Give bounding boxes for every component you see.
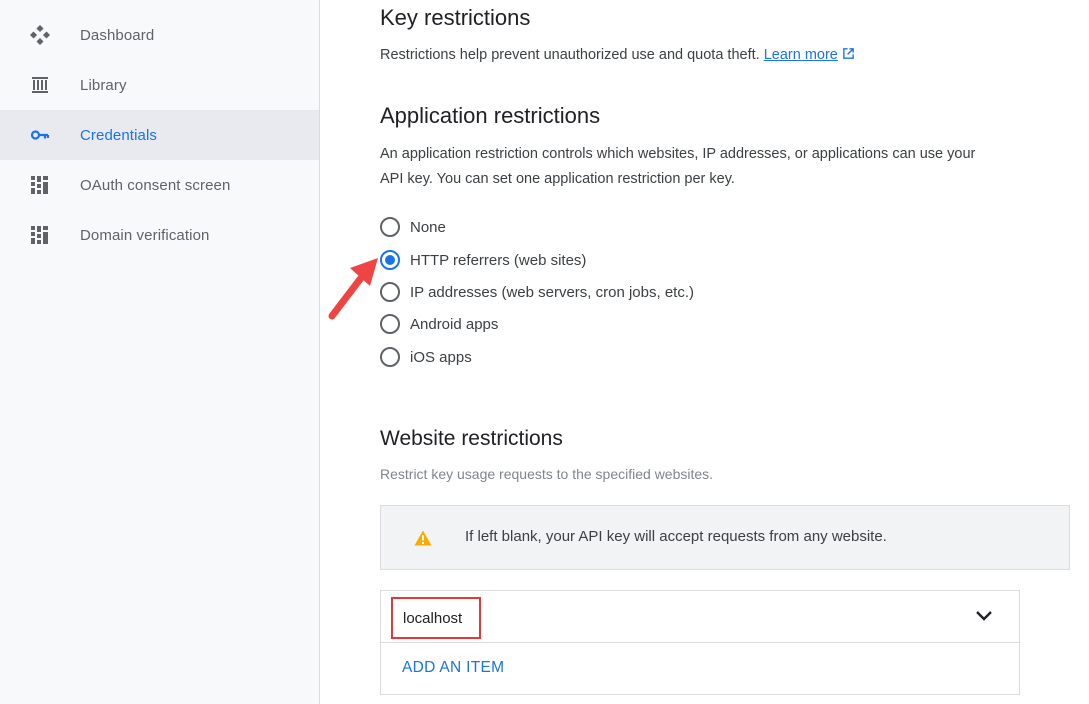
oauth-icon (31, 176, 48, 194)
domain-icon (31, 226, 48, 244)
website-item-value[interactable]: localhost (391, 597, 481, 639)
radio-button[interactable] (380, 314, 400, 334)
sidebar: Dashboard Library Credentials OAuth cons… (0, 0, 320, 704)
external-link-icon[interactable] (842, 47, 855, 60)
radio-button[interactable] (380, 217, 400, 237)
radio-label: Android apps (410, 315, 499, 333)
warning-banner: If left blank, your API key will accept … (380, 505, 1070, 570)
sidebar-item-label: Dashboard (80, 26, 155, 44)
sidebar-item-dashboard[interactable]: Dashboard (0, 10, 319, 60)
website-restrictions-title: Website restrictions (380, 427, 563, 450)
sidebar-item-label: Credentials (80, 126, 157, 144)
radio-label: None (410, 218, 446, 236)
description-line-2: API key. You can set one application res… (380, 171, 735, 187)
key-icon (30, 130, 50, 140)
sidebar-item-domain-verification[interactable]: Domain verification (0, 210, 319, 260)
sidebar-item-label: OAuth consent screen (80, 176, 231, 194)
radio-option-none[interactable]: None (380, 215, 446, 239)
radio-option-http-referrers[interactable]: HTTP referrers (web sites) (380, 248, 586, 272)
warning-icon (414, 530, 432, 546)
application-restrictions-title: Application restrictions (380, 103, 601, 128)
radio-label: HTTP referrers (web sites) (410, 251, 587, 269)
website-items-list: localhost ADD AN ITEM (380, 590, 1020, 695)
key-restrictions-text: Restrictions help prevent unauthorized u… (380, 47, 760, 63)
sidebar-item-label: Library (80, 76, 127, 94)
radio-button[interactable] (380, 347, 400, 367)
radio-option-android-apps[interactable]: Android apps (380, 312, 498, 336)
key-restrictions-title: Key restrictions (380, 5, 531, 30)
chevron-down-icon[interactable] (975, 607, 993, 625)
radio-option-ip-addresses[interactable]: IP addresses (web servers, cron jobs, et… (380, 280, 694, 304)
sidebar-item-library[interactable]: Library (0, 60, 319, 110)
radio-label: iOS apps (410, 348, 472, 366)
warning-text: If left blank, your API key will accept … (465, 528, 887, 545)
radio-button-checked[interactable] (380, 250, 400, 270)
learn-more-link[interactable]: Learn more (764, 47, 838, 63)
application-restrictions-description: An application restriction controls whic… (380, 142, 1070, 192)
list-item[interactable]: localhost (381, 591, 1019, 643)
add-item-button[interactable]: ADD AN ITEM (402, 659, 504, 677)
dashboard-icon (30, 25, 50, 45)
radio-label: IP addresses (web servers, cron jobs, et… (410, 283, 695, 301)
description-line-1: An application restriction controls whic… (380, 146, 976, 162)
radio-button[interactable] (380, 282, 400, 302)
website-restrictions-description: Restrict key usage requests to the speci… (380, 466, 714, 482)
sidebar-item-label: Domain verification (80, 226, 210, 244)
key-restrictions-description: Restrictions help prevent unauthorized u… (380, 43, 1070, 68)
annotation-arrow-icon (328, 258, 378, 320)
library-icon (32, 77, 48, 93)
sidebar-item-oauth-consent[interactable]: OAuth consent screen (0, 160, 319, 210)
sidebar-item-credentials[interactable]: Credentials (0, 110, 319, 160)
radio-option-ios-apps[interactable]: iOS apps (380, 345, 472, 369)
